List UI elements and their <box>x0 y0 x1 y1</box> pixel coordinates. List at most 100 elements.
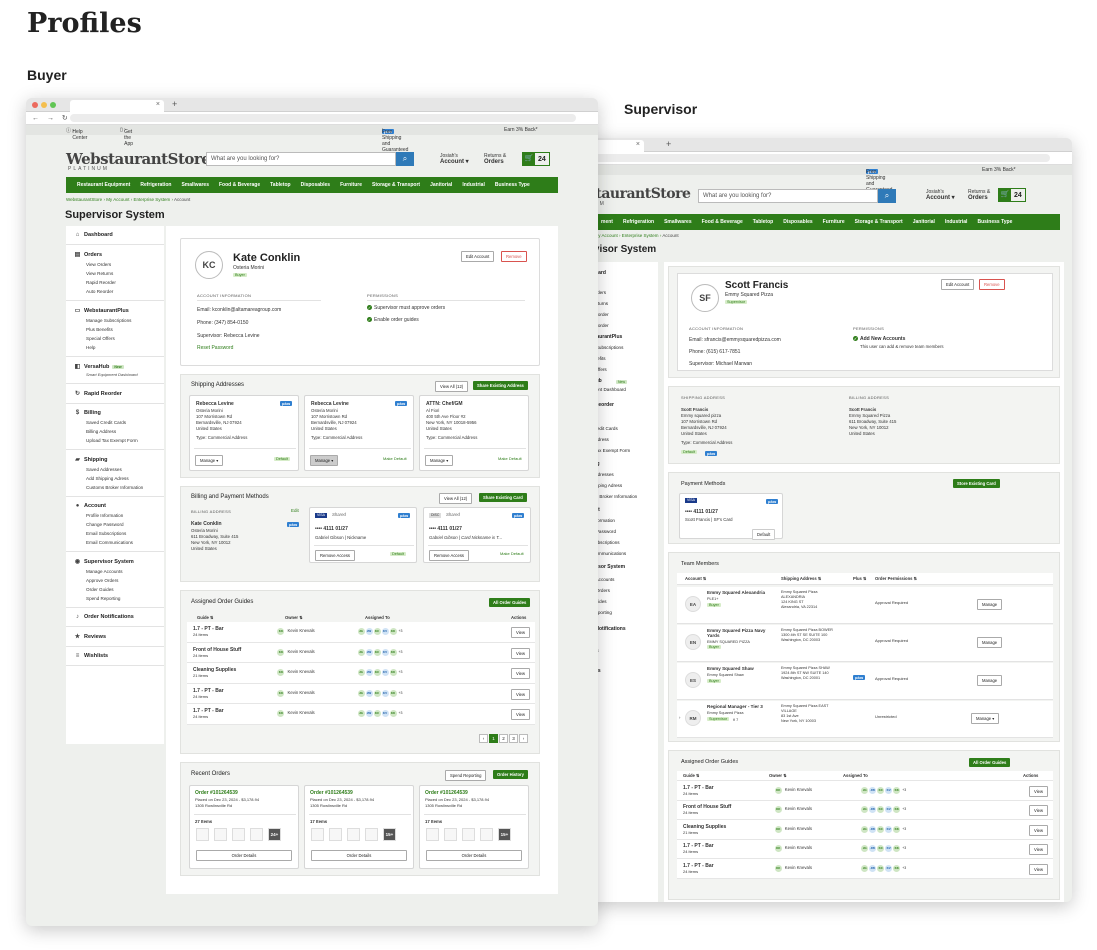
account-menu[interactable]: Josiah's Account ▾ <box>926 189 955 201</box>
order-number-link[interactable]: Order #101264539 <box>425 790 468 796</box>
view-all-cards-button[interactable]: View All (12) <box>439 493 473 504</box>
sidebar-item-notifications[interactable]: ♪ Order Notifications <box>74 612 156 622</box>
next-page-button[interactable]: › <box>519 734 528 743</box>
spend-reporting-button[interactable]: Spend Reporting <box>445 770 487 781</box>
category-link[interactable]: Furniture <box>818 219 850 225</box>
maximize-window-icon[interactable] <box>50 102 56 108</box>
manage-button[interactable]: Manage ▾ <box>971 713 1000 724</box>
view-button[interactable]: View <box>511 709 531 721</box>
category-link[interactable]: Disposables <box>778 219 817 225</box>
member-name[interactable]: Regional Manager - Tier 3 <box>707 704 777 709</box>
cart-button[interactable]: 🛒 24 <box>998 188 1026 202</box>
sidebar-subitem[interactable]: Saved Addresses <box>74 465 156 474</box>
col-permissions[interactable]: Order Permissions ⇅ <box>875 576 917 581</box>
member-name[interactable]: Emmy Squared Shaw <box>707 666 777 671</box>
category-link[interactable]: Storage & Transport <box>850 219 908 225</box>
sidebar-subitem[interactable]: Rapid Reorder <box>74 278 156 287</box>
member-name[interactable]: Emmy Squared Pizza Navy Yards <box>707 628 777 638</box>
category-link[interactable]: Food & Beverage <box>697 219 748 225</box>
sidebar-subitem[interactable]: Change Password <box>74 520 156 529</box>
sidebar-subitem[interactable]: Approve Orders <box>74 576 156 585</box>
view-button[interactable]: View <box>1029 824 1049 836</box>
search-button[interactable]: ⌕ <box>878 189 896 203</box>
edit-account-button[interactable]: Edit Account <box>461 251 495 262</box>
category-link[interactable]: Janitorial <box>425 182 457 188</box>
sidebar-item-dashboard[interactable]: ⌂ Dashboard <box>74 230 156 240</box>
sidebar-subitem[interactable]: Profile Information <box>74 511 156 520</box>
manage-button[interactable]: Manage <box>977 675 1003 686</box>
category-link[interactable]: Refrigeration <box>135 182 176 188</box>
col-header[interactable]: Owner ⇅ <box>769 773 787 778</box>
share-card-button[interactable]: Share Existing Card <box>479 493 527 502</box>
remove-access-button[interactable]: Remove Access <box>315 550 356 561</box>
view-button[interactable]: View <box>1029 805 1049 817</box>
category-link[interactable]: Storage & Transport <box>367 182 425 188</box>
sidebar-subitem[interactable]: Spend Reporting <box>74 594 156 603</box>
col-header[interactable]: Guide ⇅ <box>683 773 700 778</box>
view-button[interactable]: View <box>511 627 531 639</box>
share-address-button[interactable]: Share Existing Address <box>473 381 528 390</box>
view-button[interactable]: View <box>1029 785 1049 797</box>
sidebar-subitem[interactable]: Customs Broker Information <box>74 483 156 492</box>
category-link[interactable]: Tabletop <box>748 219 778 225</box>
sidebar-subitem[interactable]: Saved Credit Cards <box>74 418 156 427</box>
member-name[interactable]: Emmy Squared Alexandria <box>707 590 777 595</box>
category-link[interactable]: Industrial <box>940 219 973 225</box>
sidebar-subitem[interactable]: Special Offers <box>74 334 156 343</box>
sidebar-subitem[interactable]: Billing Address <box>74 427 156 436</box>
search-input[interactable]: What are you looking for? <box>206 152 396 166</box>
get-app-link[interactable]: ▯ Get the App › <box>120 127 133 147</box>
nav-arrows-icon[interactable]: ← → ↻ <box>32 114 71 122</box>
sidebar-subitem[interactable]: Upload Tax Exempt Form <box>74 436 156 445</box>
category-link[interactable]: Janitorial <box>908 219 940 225</box>
col-account[interactable]: Account ⇅ <box>685 576 706 581</box>
remove-access-button[interactable]: Remove Access <box>429 550 470 561</box>
sidebar-subitem[interactable]: Order Guides <box>74 585 156 594</box>
cart-button[interactable]: 🛒 24 <box>522 152 550 166</box>
make-default-link[interactable]: Make Default <box>498 456 522 461</box>
returns-orders-link[interactable]: Returns & Orders <box>968 189 990 201</box>
all-order-guides-button[interactable]: All Order Guides <box>489 598 531 607</box>
category-link[interactable]: Furniture <box>335 182 367 188</box>
category-link[interactable]: Disposables <box>296 182 335 188</box>
address-bar[interactable] <box>590 154 1050 162</box>
sidebar-subitem[interactable]: View Returns <box>74 269 156 278</box>
search-button[interactable]: ⌕ <box>396 152 414 166</box>
tab-close-icon[interactable]: × <box>156 101 160 108</box>
reset-password-link[interactable]: Reset Password <box>197 345 233 351</box>
manage-dropdown[interactable]: Manage ▾ <box>310 455 339 466</box>
sidebar-subitem[interactable]: Help <box>74 343 156 352</box>
all-order-guides-button[interactable]: All Order Guides <box>969 758 1011 767</box>
page-button[interactable]: 1 <box>489 734 498 743</box>
col-shipping[interactable]: Shipping Address ⇅ <box>781 576 821 581</box>
earn-back-link[interactable]: Earn 3% Back* <box>504 127 538 133</box>
order-number-link[interactable]: Order #101264539 <box>310 790 353 796</box>
payment-card[interactable]: VISA plus •••• 4111 01/27 Scott Francis … <box>679 493 783 540</box>
sidebar-subitem[interactable]: Email Subscriptions <box>74 529 156 538</box>
default-button[interactable]: Default <box>752 529 776 540</box>
sidebar-item-reviews[interactable]: ★ Reviews <box>74 631 156 642</box>
earn-back-link[interactable]: Earn 3% Back* <box>982 167 1016 173</box>
expand-icon[interactable]: › <box>679 715 680 721</box>
view-button[interactable]: View <box>1029 863 1049 875</box>
sidebar-item-account[interactable]: ● Account <box>74 501 156 511</box>
account-menu[interactable]: Josiah's Account ▾ <box>440 153 469 165</box>
store-card-button[interactable]: Store Existing Card <box>953 479 1000 488</box>
new-tab-button[interactable]: + <box>666 139 671 149</box>
sidebar-subitem[interactable]: Email Communications <box>74 538 156 547</box>
sidebar-subitem[interactable]: Plus Benefits <box>74 325 156 334</box>
manage-dropdown[interactable]: Manage ▾ <box>195 455 224 466</box>
category-link[interactable]: ment <box>596 219 618 225</box>
manage-dropdown[interactable]: Manage ▾ <box>425 455 454 466</box>
category-link[interactable]: Smallwares <box>176 182 214 188</box>
category-link[interactable]: Business Type <box>972 219 1017 225</box>
sidebar-item-wishlists[interactable]: ≡ Wishlists <box>74 651 156 661</box>
address-bar[interactable] <box>70 114 576 122</box>
category-link[interactable]: Business Type <box>490 182 535 188</box>
minimize-window-icon[interactable] <box>41 102 47 108</box>
sidebar-item-supervisor[interactable]: ◉ Supervisor System <box>74 556 156 567</box>
sidebar-item-versahub[interactable]: ◧ VersaHub New <box>74 361 156 372</box>
sidebar-subitem[interactable]: Manage Accounts <box>74 567 156 576</box>
category-link[interactable]: Food & Beverage <box>214 182 265 188</box>
browser-tab[interactable]: × <box>70 100 164 112</box>
